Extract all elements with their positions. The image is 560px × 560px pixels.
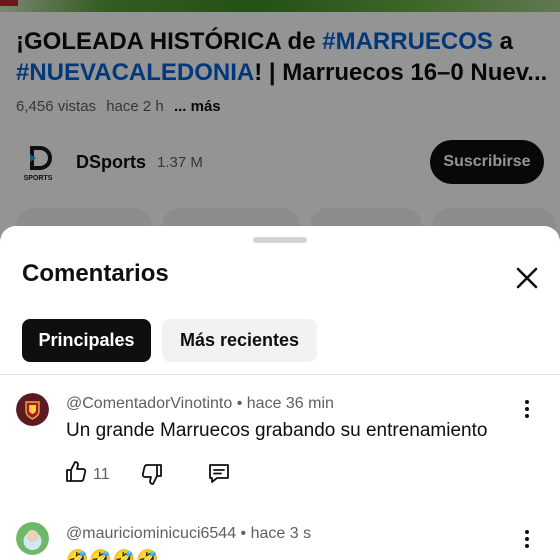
thumbs-up-icon[interactable] <box>64 460 88 489</box>
reply-icon[interactable] <box>206 460 232 491</box>
comment-time: hace 3 s <box>250 525 312 542</box>
more-vert-icon[interactable] <box>515 396 539 422</box>
divider <box>0 374 560 375</box>
drag-handle[interactable] <box>253 237 307 243</box>
thumbs-down-icon[interactable] <box>140 462 164 491</box>
comment-actions: 11 <box>64 460 264 490</box>
comment-time: hace 36 min <box>246 395 334 412</box>
close-icon <box>516 267 538 289</box>
comment-text: Un grande Marruecos grabando su entrenam… <box>66 420 488 441</box>
comment-header: @mauriciominicuci6544 • hace 3 s <box>66 525 312 542</box>
comment-item: @mauriciominicuci6544 • hace 3 s 🤣🤣🤣🤣 <box>0 522 560 560</box>
comment-text: 🤣🤣🤣🤣 <box>66 549 160 560</box>
comment-item: @ComentadorVinotinto • hace 36 min Un gr… <box>0 392 560 492</box>
avatar[interactable] <box>16 393 49 426</box>
comment-author[interactable]: @ComentadorVinotinto <box>66 395 232 412</box>
close-button[interactable] <box>508 259 546 297</box>
comment-header: @ComentadorVinotinto • hace 36 min <box>66 395 334 412</box>
comments-title: Comentarios <box>22 260 169 287</box>
avatar[interactable] <box>16 522 49 555</box>
comments-sheet: Comentarios Principales Más recientes @C… <box>0 226 560 560</box>
comment-author[interactable]: @mauriciominicuci6544 <box>66 525 236 542</box>
like-count: 11 <box>93 466 110 483</box>
more-vert-icon[interactable] <box>515 526 539 552</box>
filter-chip-principales[interactable]: Principales <box>22 319 151 362</box>
filter-chip-recientes[interactable]: Más recientes <box>162 319 317 362</box>
